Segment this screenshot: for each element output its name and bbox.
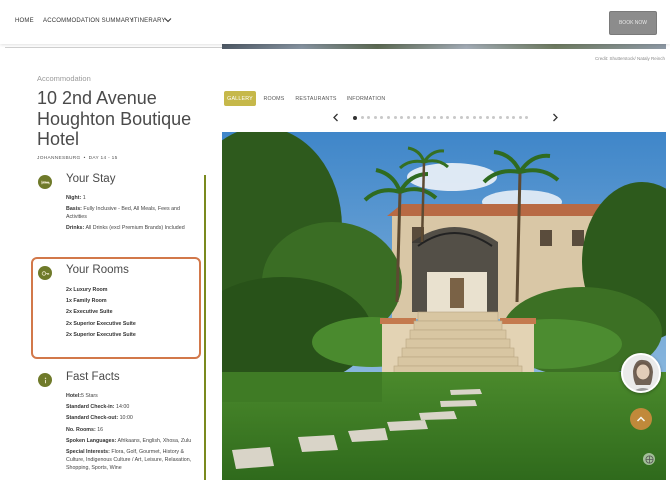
room-item: 1x Family Room — [66, 298, 107, 304]
your-stay-title: Your Stay — [66, 173, 116, 185]
gallery-dot[interactable] — [419, 116, 423, 119]
accommodation-label: Accommodation — [37, 74, 91, 83]
gallery-dot[interactable] — [433, 116, 437, 119]
gallery-dot[interactable] — [446, 116, 450, 119]
chat-avatar[interactable] — [621, 353, 661, 393]
gallery-dot[interactable] — [373, 116, 377, 119]
gallery-dot[interactable] — [353, 115, 357, 120]
room-item: 2x Executive Suite — [66, 309, 113, 315]
hotel-name: 10 2nd Avenue Houghton Boutique Hotel — [37, 88, 192, 149]
gallery-dot[interactable] — [380, 116, 384, 119]
stay-basis: Basis: Fully Inclusive - Bed, All Meals,… — [66, 206, 180, 220]
gallery-dot[interactable] — [499, 116, 503, 119]
info-icon — [38, 373, 52, 387]
itinerary-page: HOME ACCOMMODATION SUMMARY ITINERARY BOO… — [0, 0, 670, 482]
nav-accommodation-summary[interactable]: ACCOMMODATION SUMMARY — [43, 18, 134, 24]
tab-rooms[interactable]: ROOMS — [260, 91, 288, 106]
photo-credit: Credit: Shutterstock/ Nataly Reinch — [594, 56, 665, 61]
room-item: 2x Luxury Room — [66, 287, 108, 293]
gallery-dot[interactable] — [479, 116, 483, 119]
bed-icon — [38, 175, 52, 189]
fact-rooms: No. Rooms: 16 — [66, 427, 104, 433]
city-label: JOHANNESBURG — [37, 156, 81, 161]
top-navigation: HOME ACCOMMODATION SUMMARY ITINERARY BOO… — [0, 0, 670, 44]
gallery-dot[interactable] — [459, 116, 463, 119]
book-now-button[interactable]: BOOK NOW — [609, 11, 657, 35]
gallery-dot[interactable] — [360, 116, 364, 119]
fact-languages: Spoken Languages: Afrikaans, English, Xh… — [66, 438, 192, 444]
timeline-line — [204, 175, 206, 480]
gallery-dot[interactable] — [505, 116, 509, 119]
tab-information[interactable]: INFORMATION — [344, 91, 388, 106]
gallery-dot[interactable] — [518, 116, 522, 119]
gallery-dot[interactable] — [413, 116, 417, 119]
gallery-dot[interactable] — [525, 116, 529, 119]
gallery-dot[interactable] — [393, 116, 397, 119]
fact-checkout: Standard Check-out: 10:00 — [66, 415, 133, 421]
key-icon — [38, 266, 52, 280]
gallery-dot[interactable] — [426, 116, 430, 119]
gallery-dot[interactable] — [492, 116, 496, 119]
stay-night: Night: 1 — [66, 195, 86, 201]
chevron-right-icon[interactable] — [552, 113, 559, 122]
tab-restaurants[interactable]: RESTAURANTS — [294, 91, 338, 106]
nav-home[interactable]: HOME — [15, 18, 34, 24]
tab-gallery[interactable]: GALLERY — [224, 91, 256, 106]
days-label: DAY 14 - 15 — [88, 156, 118, 161]
room-item: 2x Superior Executive Suite — [66, 321, 136, 327]
fast-facts-title: Fast Facts — [66, 371, 120, 383]
room-item: 2x Superior Executive Suite — [66, 332, 136, 338]
gallery-dot[interactable] — [386, 116, 390, 119]
chevron-left-icon[interactable] — [332, 113, 339, 122]
gallery-dot[interactable] — [439, 116, 443, 119]
nav-itinerary[interactable]: ITINERARY — [132, 18, 166, 24]
gallery-dot[interactable] — [512, 116, 516, 119]
accessibility-icon[interactable] — [643, 453, 655, 465]
location-days: JOHANNESBURG • DAY 14 - 15 — [37, 156, 118, 161]
stay-drinks: Drinks: All Drinks (excl Premium Brands)… — [66, 225, 185, 231]
divider — [5, 47, 222, 48]
fact-checkin: Standard Check-in: 14:00 — [66, 404, 130, 410]
gallery-dot[interactable] — [472, 116, 476, 119]
arrow-up-icon[interactable] — [630, 408, 652, 430]
gallery-pagination[interactable] — [353, 115, 529, 120]
gallery-dot[interactable] — [367, 116, 371, 119]
fact-interests: Special Interests: Flora, Golf, Gourmet,… — [66, 449, 192, 471]
your-rooms-title: Your Rooms — [66, 264, 129, 276]
fact-hotel: Hotel:5 Stars — [66, 393, 98, 399]
gallery-dot[interactable] — [400, 116, 404, 119]
gallery-dot[interactable] — [452, 116, 456, 119]
chevron-down-icon[interactable] — [164, 17, 172, 23]
gallery-dot[interactable] — [406, 116, 410, 119]
gallery-image[interactable] — [222, 132, 666, 480]
gallery-dot[interactable] — [485, 116, 489, 119]
gallery-dot[interactable] — [466, 116, 470, 119]
